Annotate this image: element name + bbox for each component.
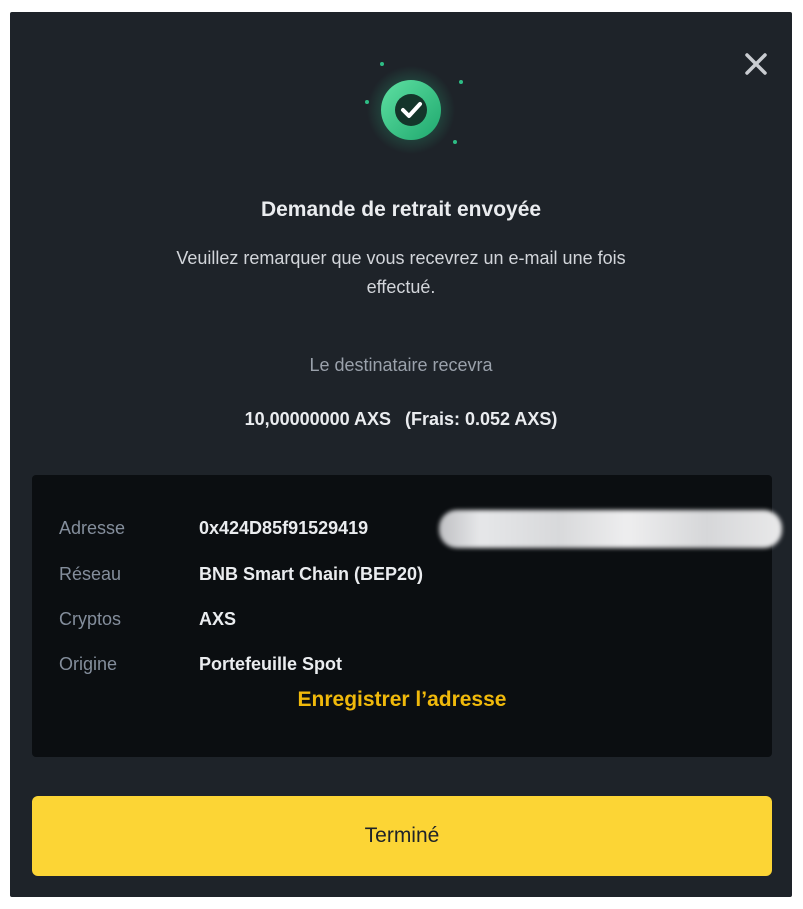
close-button[interactable] [740, 48, 772, 80]
fee-value: (Frais: 0.052 AXS) [405, 409, 558, 429]
done-button[interactable]: Terminé [32, 796, 772, 876]
recipient-label: Le destinataire recevra [309, 355, 493, 375]
network-value: BNB Smart Chain (BEP20) [199, 564, 424, 584]
address-value: 0x424D85f91529419 [199, 518, 369, 538]
detail-row-origin: Origine Portefeuille Spot [59, 654, 759, 680]
dialog-title: Demande de retrait envoyée [260, 198, 542, 221]
check-circle-icon [365, 62, 463, 154]
dialog-subtitle: Veuillez remarquer que vous recevrez un … [176, 248, 626, 297]
address-redaction [439, 510, 782, 548]
amount-value: 10,00000000 AXS [244, 409, 392, 429]
origin-value: Portefeuille Spot [199, 654, 343, 674]
detail-row-network: Réseau BNB Smart Chain (BEP20) [59, 564, 759, 590]
success-illustration [355, 52, 465, 162]
detail-label: Réseau [59, 564, 122, 584]
crypto-value: AXS [199, 609, 237, 629]
withdrawal-details-panel: Adresse 0x424D85f91529419 Réseau BNB Sma… [32, 475, 782, 757]
detail-label: Origine [59, 654, 118, 674]
close-icon [745, 53, 767, 75]
amount-summary: 10,00000000 AXS (Frais: 0.052 AXS) [10, 409, 792, 430]
withdrawal-success-dialog: Demande de retrait envoyée Veuillez rema… [10, 12, 792, 897]
save-address-link[interactable]: Enregistrer l’adresse [32, 688, 772, 712]
detail-label: Adresse [59, 518, 126, 538]
detail-row-address: Adresse 0x424D85f91529419 [59, 510, 782, 548]
detail-row-crypto: Cryptos AXS [59, 609, 759, 635]
detail-label: Cryptos [59, 609, 122, 629]
